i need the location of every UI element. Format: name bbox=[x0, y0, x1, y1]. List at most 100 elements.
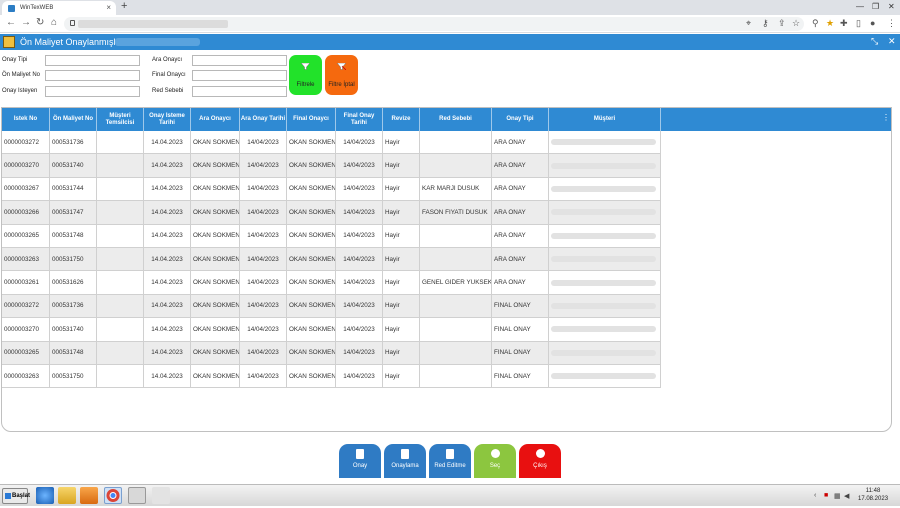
col-on-maliyet-no[interactable]: Ön Maliyet No bbox=[50, 108, 97, 131]
sidebar-icon[interactable]: ▯ bbox=[856, 18, 861, 29]
cell-istek-no: 0000003272 bbox=[2, 294, 50, 319]
address-bar[interactable]: ⌖ ⚷ ⇪ ☆ bbox=[64, 17, 804, 31]
red-sebebi-input[interactable] bbox=[192, 86, 287, 97]
browser-menu-icon[interactable]: ⋮ bbox=[887, 18, 896, 29]
table-row[interactable]: 0000003272 000531736 14.04.2023 OKAN SOKMEN… bbox=[2, 294, 661, 319]
tray-network-icon[interactable]: ▦ bbox=[834, 492, 841, 500]
table-row[interactable]: 0000003261 000531626 14.04.2023 OKAN SOKMEN… bbox=[2, 271, 661, 295]
col-musteri-temsilcisi[interactable]: Müşteri Temsilcisi bbox=[97, 108, 144, 131]
ie-icon[interactable] bbox=[36, 487, 54, 504]
cell-istek-no: 0000003263 bbox=[2, 365, 50, 389]
onay-isteyen-input[interactable] bbox=[45, 86, 140, 97]
cell-red-sebebi bbox=[420, 341, 492, 365]
table-row[interactable]: 0000003270 000531740 14.04.2023 OKAN SOKMEN… bbox=[2, 154, 661, 178]
tab-close-icon[interactable]: × bbox=[106, 3, 111, 12]
network-tool-icon[interactable] bbox=[152, 487, 170, 504]
cell-red-sebebi bbox=[420, 224, 492, 248]
system-clock[interactable]: 11:48 17.08.2023 bbox=[858, 488, 888, 504]
table-row[interactable]: 0000003263 000531750 14.04.2023 OKAN SOKMEN… bbox=[2, 248, 661, 272]
redacted-text bbox=[551, 326, 656, 333]
col-final-onayci[interactable]: Final Onaycı bbox=[287, 108, 336, 131]
app-favicon-icon bbox=[8, 5, 15, 12]
filter-cancel-button[interactable]: Filtre İptal bbox=[325, 55, 358, 95]
cell-final-onayci: OKAN SOKMEN bbox=[287, 224, 336, 248]
cell-istek-no: 0000003265 bbox=[2, 224, 50, 248]
action-button-2[interactable]: Onaylama bbox=[384, 444, 426, 478]
action-button-1[interactable]: Onay bbox=[339, 444, 381, 478]
cell-onay-tipi: ARA ONAY bbox=[492, 248, 549, 272]
filter-cancel-button-label: Filtre İptal bbox=[328, 82, 355, 88]
col-onay-tipi[interactable]: Onay Tipi bbox=[492, 108, 549, 131]
close-window-icon[interactable]: ✕ bbox=[888, 2, 895, 11]
extensions-puzzle-icon[interactable]: ✚ bbox=[840, 18, 848, 29]
table-row[interactable]: 0000003267 000531744 14.04.2023 OKAN SOKMEN… bbox=[2, 177, 661, 202]
key-icon[interactable]: ⚷ bbox=[762, 18, 769, 29]
pin-icon[interactable]: ⚲ bbox=[812, 18, 819, 29]
on-maliyet-no-input[interactable] bbox=[45, 70, 140, 81]
col-istek-no[interactable]: Istek No bbox=[2, 108, 50, 131]
tray-volume-icon[interactable]: ◀ bbox=[844, 492, 849, 500]
onay-tipi-input[interactable] bbox=[45, 55, 140, 66]
redacted-text bbox=[551, 162, 656, 169]
action-button-4[interactable]: Seç bbox=[474, 444, 516, 478]
action-button-5[interactable]: Çıkış bbox=[519, 444, 561, 478]
cell-ara-onay-tarihi: 14/04/2023 bbox=[240, 341, 287, 365]
cell-istek-no: 0000003266 bbox=[2, 201, 50, 225]
action-button-3[interactable]: Red Editme bbox=[429, 444, 471, 478]
close-app-icon[interactable]: ✕ bbox=[888, 36, 896, 47]
extension-star-icon[interactable]: ★ bbox=[826, 18, 834, 29]
col-ara-onay-tarihi[interactable]: Ara Onay Tarihi bbox=[240, 108, 287, 131]
location-icon[interactable]: ⌖ bbox=[746, 18, 751, 29]
col-musteri[interactable]: Müşteri bbox=[549, 108, 661, 131]
cell-final-onayci: OKAN SOKMEN bbox=[287, 177, 336, 202]
col-final-onay-tarihi[interactable]: Final Onay Tarihi bbox=[336, 108, 383, 131]
minimize-icon[interactable]: — bbox=[856, 2, 864, 11]
redacted-text bbox=[551, 185, 656, 192]
new-tab-button[interactable]: + bbox=[121, 0, 127, 12]
table-row[interactable]: 0000003263 000531750 14.04.2023 OKAN SOKMEN… bbox=[2, 365, 661, 389]
cell-final-onayci: OKAN SOKMEN bbox=[287, 201, 336, 225]
cell-on-maliyet-no: 000531750 bbox=[50, 248, 97, 272]
browser-tab[interactable]: WinTexWEB × bbox=[2, 1, 116, 15]
share-icon[interactable]: ⇪ bbox=[778, 18, 786, 29]
back-icon[interactable]: ← bbox=[6, 17, 16, 28]
cell-final-onay-tarihi: 14/04/2023 bbox=[336, 318, 383, 342]
cell-on-maliyet-no: 000531748 bbox=[50, 224, 97, 248]
cell-onay-isteme-tarihi: 14.04.2023 bbox=[144, 248, 191, 272]
table-row[interactable]: 0000003272 000531736 14.04.2023 OKAN SOKMEN… bbox=[2, 131, 661, 155]
filter-button[interactable]: Filtrele bbox=[289, 55, 322, 95]
tray-arrow-icon[interactable]: ‹ bbox=[814, 492, 816, 499]
home-icon[interactable]: ⌂ bbox=[51, 17, 57, 28]
maximize-icon[interactable]: ❐ bbox=[872, 2, 879, 11]
col-red-sebebi[interactable]: Red Sebebi bbox=[420, 108, 492, 131]
cell-onay-isteme-tarihi: 14.04.2023 bbox=[144, 224, 191, 248]
grid-menu-icon[interactable]: ⋮ bbox=[882, 113, 890, 122]
col-revize[interactable]: Revize bbox=[383, 108, 420, 131]
col-onay-isteme-tarihi[interactable]: Onay Isteme Tarihi bbox=[144, 108, 191, 131]
table-row[interactable]: 0000003266 000531747 14.04.2023 OKAN SOKMEN… bbox=[2, 201, 661, 225]
start-button[interactable]: Başlat bbox=[2, 488, 30, 504]
document-icon bbox=[356, 449, 364, 459]
action-button-label: Onaylama bbox=[391, 463, 419, 469]
tray-alert-icon[interactable]: ■ bbox=[824, 492, 828, 499]
forward-icon[interactable]: → bbox=[21, 17, 31, 28]
final-onayci-input[interactable] bbox=[192, 70, 287, 81]
chrome-icon[interactable] bbox=[104, 487, 122, 504]
title-redacted bbox=[115, 38, 200, 46]
table-row[interactable]: 0000003270 000531740 14.04.2023 OKAN SOKMEN… bbox=[2, 318, 661, 342]
reload-icon[interactable]: ↻ bbox=[36, 17, 44, 28]
app-icon[interactable] bbox=[128, 487, 146, 504]
folder-icon[interactable] bbox=[58, 487, 76, 504]
cell-musteri-temsilcisi bbox=[97, 271, 144, 295]
profile-avatar-icon[interactable]: ● bbox=[870, 18, 875, 28]
cell-onay-tipi: ARA ONAY bbox=[492, 201, 549, 225]
cell-istek-no: 0000003270 bbox=[2, 154, 50, 178]
cell-final-onayci: OKAN SOKMEN bbox=[287, 248, 336, 272]
media-player-icon[interactable] bbox=[80, 487, 98, 504]
collapse-icon[interactable]: ⤡ bbox=[871, 36, 878, 47]
table-row[interactable]: 0000003265 000531748 14.04.2023 OKAN SOKMEN… bbox=[2, 341, 661, 365]
col-ara-onayci[interactable]: Ara Onaycı bbox=[191, 108, 240, 131]
ara-onayci-input[interactable] bbox=[192, 55, 287, 66]
bookmark-star-icon[interactable]: ☆ bbox=[792, 18, 800, 29]
table-row[interactable]: 0000003265 000531748 14.04.2023 OKAN SOKMEN… bbox=[2, 224, 661, 248]
